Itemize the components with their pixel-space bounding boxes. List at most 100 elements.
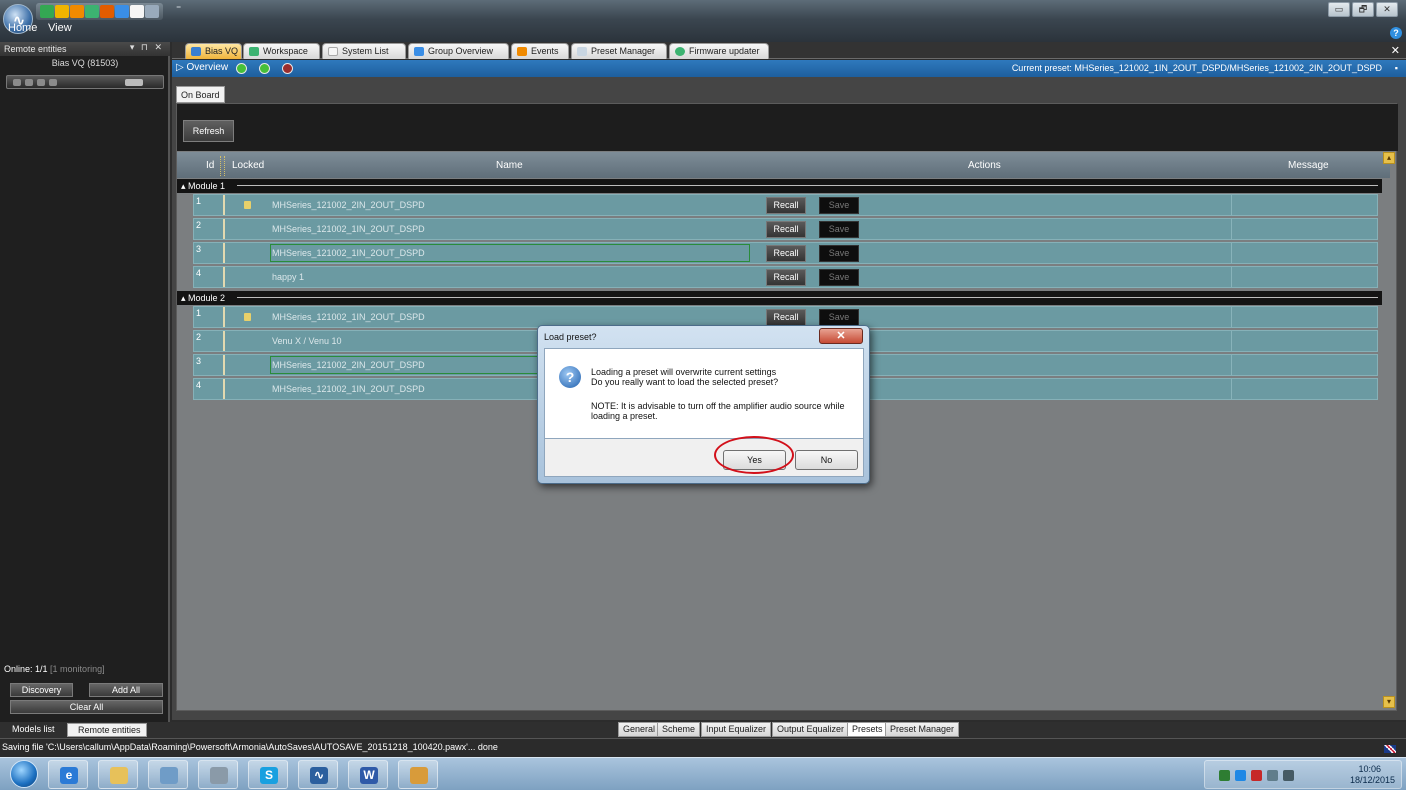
tab-preset-manager-bottom[interactable]: Preset Manager [885, 722, 960, 737]
taskbar-armonia[interactable]: ∿ [298, 760, 338, 789]
table-row-selected[interactable]: 3 MHSeries_121002_1IN_2OUT_DSPD Recall S… [193, 242, 1378, 264]
row-divider [223, 331, 225, 351]
overview-toggle[interactable]: ▷ Overview [176, 62, 228, 73]
tab-firmware-updater[interactable]: Firmware updater [669, 43, 769, 59]
qat-signal-icon[interactable] [85, 5, 99, 18]
tab-on-board[interactable]: On Board [176, 86, 225, 103]
tab-general[interactable]: General [618, 722, 661, 737]
preset-name: MHSeries_121002_1IN_2OUT_DSPD [272, 224, 425, 234]
recall-button[interactable]: Recall [766, 197, 806, 214]
tab-remote-entities[interactable]: Remote entities [67, 723, 147, 737]
recall-button[interactable]: Recall [766, 221, 806, 238]
tab-presets[interactable]: Presets [847, 722, 888, 737]
add-all-button[interactable]: Add All [89, 683, 163, 697]
maximize-button[interactable]: 🗗 [1352, 2, 1374, 17]
tab-system-list[interactable]: System List [322, 43, 406, 59]
qat-wiring-icon[interactable] [70, 5, 84, 18]
tab-events[interactable]: Events [511, 43, 569, 59]
taskbar-paint[interactable] [398, 760, 438, 789]
module-group-header[interactable]: ▴ Module 1 [177, 179, 1382, 193]
save-button[interactable]: Save [819, 309, 859, 326]
tab-label: Events [531, 46, 559, 56]
tray-volume-icon[interactable] [1283, 770, 1294, 781]
column-header-id[interactable]: Id [206, 160, 214, 171]
preset-name: MHSeries_121002_2IN_2OUT_DSPD [272, 360, 425, 370]
tray-network-icon[interactable] [1219, 770, 1230, 781]
panel-header-controls[interactable]: ▾ ⊓ ✕ [130, 42, 164, 53]
row-divider [1231, 243, 1232, 263]
qat-grid-icon[interactable] [115, 5, 129, 18]
start-button[interactable] [10, 760, 38, 788]
minimize-button[interactable]: ▭ [1328, 2, 1350, 17]
device-thumbnail[interactable] [6, 75, 164, 89]
save-button[interactable]: Save [819, 221, 859, 238]
language-flag-icon[interactable] [1384, 745, 1396, 753]
qat-customize-button[interactable]: ⁼ [176, 4, 181, 15]
status-power-icon[interactable] [282, 63, 293, 74]
pin-icon[interactable]: ▪ [1395, 63, 1398, 73]
menu-tab-view[interactable]: View [48, 22, 72, 34]
tab-models-list[interactable]: Models list [2, 723, 62, 737]
window-controls: ▭ 🗗 ✕ [1328, 2, 1398, 17]
taskbar-explorer[interactable] [98, 760, 138, 789]
taskbar-calculator[interactable] [198, 760, 238, 789]
tab-group-overview[interactable]: Group Overview [408, 43, 509, 59]
tab-scheme[interactable]: Scheme [657, 722, 701, 737]
table-row[interactable]: 4 happy 1 Recall Save [193, 266, 1378, 288]
tray-flag-icon[interactable] [1251, 770, 1262, 781]
no-button[interactable]: No [795, 450, 858, 470]
tab-label: Firmware updater [689, 46, 760, 56]
table-row[interactable]: 1 MHSeries_121002_2IN_2OUT_DSPD Recall S… [193, 194, 1378, 216]
save-button[interactable]: Save [819, 245, 859, 262]
qat-alert-icon[interactable] [100, 5, 114, 18]
scroll-up-button[interactable]: ▴ [1383, 152, 1395, 164]
clear-all-button[interactable]: Clear All [10, 700, 163, 714]
status-ok-icon [259, 63, 270, 74]
save-button[interactable]: Save [819, 269, 859, 286]
qat-connect-icon[interactable] [40, 5, 54, 18]
tray-cloud-icon[interactable] [1235, 770, 1246, 781]
preset-id: 3 [196, 356, 202, 366]
recall-button[interactable]: Recall [766, 269, 806, 286]
close-window-button[interactable]: ✕ [1376, 2, 1398, 17]
clock-date[interactable]: 18/12/2015 [1350, 775, 1395, 785]
column-header-actions[interactable]: Actions [968, 160, 1001, 171]
refresh-button[interactable]: Refresh [183, 120, 234, 142]
tab-bias-vq[interactable]: Bias VQ [185, 43, 242, 59]
row-divider [223, 355, 225, 375]
column-resize-grip[interactable] [220, 156, 225, 176]
qat-chart-icon[interactable] [55, 5, 69, 18]
preset-id: 1 [196, 308, 202, 318]
discovery-button[interactable]: Discovery [10, 683, 73, 697]
qat-document-icon[interactable] [130, 5, 144, 18]
help-icon[interactable]: ? [1390, 27, 1402, 39]
taskbar-ie[interactable]: e [48, 760, 88, 789]
tray-signal-icon[interactable] [1267, 770, 1278, 781]
presets-toolbar: Refresh [177, 104, 1398, 151]
tab-output-equalizer[interactable]: Output Equalizer [772, 722, 850, 737]
qat-firmware-icon[interactable] [145, 5, 159, 18]
taskbar-app[interactable] [148, 760, 188, 789]
column-header-name[interactable]: Name [496, 160, 523, 171]
dialog-close-button[interactable]: ✕ [819, 328, 863, 344]
save-button[interactable]: Save [819, 197, 859, 214]
tab-preset-manager[interactable]: Preset Manager [571, 43, 667, 59]
module-group-header[interactable]: ▴ Module 2 [177, 291, 1382, 305]
menu-tab-home[interactable]: Home [8, 22, 37, 34]
monitoring-count: [1 monitoring] [50, 664, 105, 674]
device-name[interactable]: Bias VQ (81503) [0, 58, 170, 68]
clock-time[interactable]: 10:06 [1358, 764, 1381, 774]
dialog-message: Do you really want to load the selected … [591, 377, 779, 387]
close-tab-icon[interactable]: ✕ [1391, 44, 1400, 57]
recall-button[interactable]: Recall [766, 309, 806, 326]
column-header-locked[interactable]: Locked [232, 160, 264, 171]
column-header-message[interactable]: Message [1288, 160, 1329, 171]
taskbar-word[interactable]: W [348, 760, 388, 789]
tab-workspace[interactable]: Workspace [243, 43, 320, 59]
tab-input-equalizer[interactable]: Input Equalizer [701, 722, 772, 737]
window-icon [160, 767, 178, 784]
recall-button[interactable]: Recall [766, 245, 806, 262]
taskbar-skype[interactable]: S [248, 760, 288, 789]
scroll-down-button[interactable]: ▾ [1383, 696, 1395, 708]
table-row[interactable]: 2 MHSeries_121002_1IN_2OUT_DSPD Recall S… [193, 218, 1378, 240]
